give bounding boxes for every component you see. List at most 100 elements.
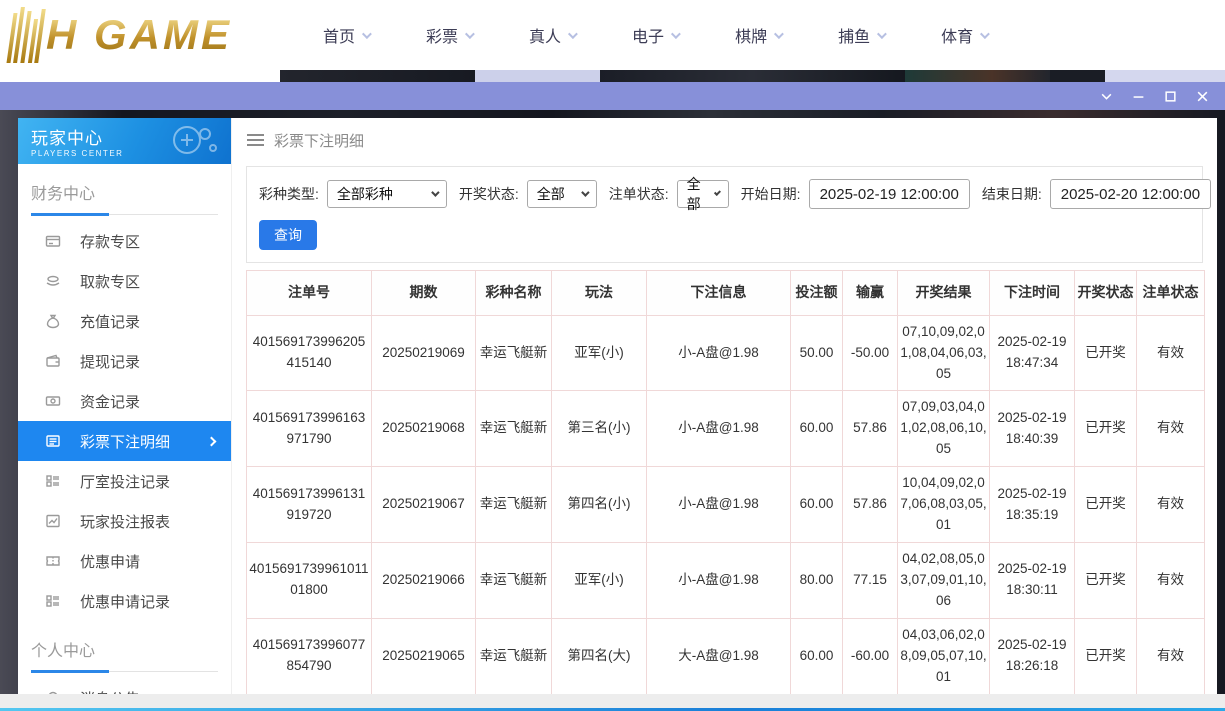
table-cell: 401569173996077854790 xyxy=(247,618,372,694)
bet-table: 注单号期数彩种名称玩法下注信息投注额输赢开奖结果下注时间开奖状态注单状态 401… xyxy=(246,270,1205,694)
nav-item-1[interactable]: 彩票 xyxy=(426,23,472,47)
sidebar-item-label: 存款专区 xyxy=(80,231,140,252)
table-cell: 10,04,09,02,07,06,08,03,05,01 xyxy=(898,467,990,543)
section-divider xyxy=(31,213,218,217)
table-cell: 亚军(小) xyxy=(552,315,647,391)
banknote-icon xyxy=(45,393,61,409)
sidebar-item-取款专区[interactable]: 取款专区 xyxy=(18,261,231,301)
table-cell: 04,03,06,02,08,09,05,07,10,01 xyxy=(898,618,990,694)
sidebar-item-消息公告[interactable]: 消息公告 xyxy=(18,678,231,694)
end-date-input[interactable]: 2025-02-20 12:00:00 xyxy=(1050,179,1211,209)
window-maximize-button[interactable] xyxy=(1159,86,1181,106)
nav-menu: 首页 彩票 真人 电子 棋牌 捕鱼 体育 xyxy=(323,23,987,47)
logo-text: H GAME xyxy=(46,7,232,63)
sidebar-item-label: 取款专区 xyxy=(80,271,140,292)
table-row: 40156917399607785479020250219065幸运飞艇新第四名… xyxy=(247,618,1205,694)
sidebar-item-label: 充值记录 xyxy=(80,311,140,332)
table-cell: 04,02,08,05,03,07,09,01,10,06 xyxy=(898,542,990,618)
table-cell: 小-A盘@1.98 xyxy=(647,391,791,467)
nav-item-label: 电子 xyxy=(632,23,664,47)
sidebar-section-label: 财务中心 xyxy=(18,164,231,204)
wallet-icon xyxy=(45,353,61,369)
sidebar-item-label: 资金记录 xyxy=(80,391,140,412)
table-header-cell: 玩法 xyxy=(552,271,647,316)
sidebar-section-label: 个人中心 xyxy=(18,621,231,661)
sidebar-item-厅室投注记录[interactable]: 厅室投注记录 xyxy=(18,461,231,501)
table-cell: 已开奖 xyxy=(1075,467,1137,543)
section-divider xyxy=(31,670,218,674)
table-cell: 小-A盘@1.98 xyxy=(647,542,791,618)
table-cell: 20250219069 xyxy=(372,315,476,391)
sidebar-item-彩票下注明细[interactable]: 彩票下注明细 xyxy=(18,421,231,461)
order-status-select[interactable]: 全部 xyxy=(677,180,729,208)
table-cell: 小-A盘@1.98 xyxy=(647,467,791,543)
table-cell: -50.00 xyxy=(843,315,898,391)
table-cell: 2025-02-19 18:26:18 xyxy=(990,618,1075,694)
chevron-down-icon xyxy=(568,29,578,39)
table-cell: 已开奖 xyxy=(1075,391,1137,467)
chevron-down-icon xyxy=(877,29,887,39)
window-body: 玩家中心 PLAYERS CENTER 财务中心存款专区取款专区充值记录提现记录… xyxy=(0,110,1225,694)
withdraw-hand-icon xyxy=(45,273,61,289)
lottery-type-select[interactable]: 全部彩种 xyxy=(327,180,447,208)
start-date-input[interactable]: 2025-02-19 12:00:00 xyxy=(809,179,970,209)
table-cell: 20250219065 xyxy=(372,618,476,694)
site-navbar: H GAME 首页 彩票 真人 电子 棋牌 捕鱼 体育 xyxy=(0,0,1225,70)
table-header-cell: 输赢 xyxy=(843,271,898,316)
nav-item-2[interactable]: 真人 xyxy=(529,23,575,47)
table-row: 40156917399620541514020250219069幸运飞艇新亚军(… xyxy=(247,315,1205,391)
table-cell: 401569173996205415140 xyxy=(247,315,372,391)
nav-item-5[interactable]: 捕鱼 xyxy=(838,23,884,47)
nav-item-4[interactable]: 棋牌 xyxy=(735,23,781,47)
table-cell: 第四名(小) xyxy=(552,467,647,543)
table-header-row: 注单号期数彩种名称玩法下注信息投注额输赢开奖结果下注时间开奖状态注单状态 xyxy=(247,271,1205,316)
sidebar-item-玩家投注报表[interactable]: 玩家投注报表 xyxy=(18,501,231,541)
chevron-down-icon xyxy=(671,29,681,39)
hamburger-icon[interactable] xyxy=(247,134,264,146)
sidebar-item-存款专区[interactable]: 存款专区 xyxy=(18,221,231,261)
sidebar-item-label: 提现记录 xyxy=(80,351,140,372)
window-collapse-button[interactable] xyxy=(1095,86,1117,106)
table-header-cell: 下注时间 xyxy=(990,271,1075,316)
window-titlebar xyxy=(0,82,1225,110)
layout-list-icon xyxy=(45,593,61,609)
start-date-label: 开始日期: xyxy=(741,184,801,204)
sidebar-item-资金记录[interactable]: 资金记录 xyxy=(18,381,231,421)
close-icon xyxy=(1196,90,1209,103)
sidebar-item-提现记录[interactable]: 提现记录 xyxy=(18,341,231,381)
nav-item-label: 彩票 xyxy=(426,23,458,47)
query-button[interactable]: 查询 xyxy=(259,220,317,250)
moneybag-icon xyxy=(45,313,61,329)
nav-item-label: 棋牌 xyxy=(735,23,767,47)
window-minimize-button[interactable] xyxy=(1127,86,1149,106)
window-close-button[interactable] xyxy=(1191,86,1213,106)
end-date-label: 结束日期: xyxy=(982,184,1042,204)
site-logo: H GAME xyxy=(10,7,275,63)
nav-item-3[interactable]: 电子 xyxy=(632,23,678,47)
draw-status-select[interactable]: 全部 xyxy=(527,180,597,208)
table-cell: 有效 xyxy=(1137,542,1205,618)
sidebar-item-优惠申请[interactable]: 优惠申请 xyxy=(18,541,231,581)
nav-item-0[interactable]: 首页 xyxy=(323,23,369,47)
table-cell: 20250219068 xyxy=(372,391,476,467)
sidebar-item-充值记录[interactable]: 充值记录 xyxy=(18,301,231,341)
chevron-down-icon xyxy=(431,188,439,196)
sidebar-item-label: 彩票下注明细 xyxy=(80,431,170,452)
filter-row: 彩种类型: 全部彩种 开奖状态: 全部 注单状态: 全部 xyxy=(259,179,1190,209)
table-cell: 已开奖 xyxy=(1075,618,1137,694)
nav-item-6[interactable]: 体育 xyxy=(941,23,987,47)
table-cell: 80.00 xyxy=(791,542,843,618)
chevron-down-icon xyxy=(362,29,372,39)
banner-fragment xyxy=(0,70,280,82)
order-status-value: 全部 xyxy=(687,174,703,214)
nav-item-label: 首页 xyxy=(323,23,355,47)
table-cell: 已开奖 xyxy=(1075,315,1137,391)
banner-fragment xyxy=(600,70,905,82)
sidebar-item-优惠申请记录[interactable]: 优惠申请记录 xyxy=(18,581,231,621)
page-title: 彩票下注明细 xyxy=(274,130,364,151)
table-cell: 20250219067 xyxy=(372,467,476,543)
chevron-down-icon xyxy=(774,29,784,39)
chevron-down-icon xyxy=(1100,90,1113,103)
table-cell: 60.00 xyxy=(791,618,843,694)
filter-panel: 彩种类型: 全部彩种 开奖状态: 全部 注单状态: 全部 xyxy=(246,166,1203,263)
